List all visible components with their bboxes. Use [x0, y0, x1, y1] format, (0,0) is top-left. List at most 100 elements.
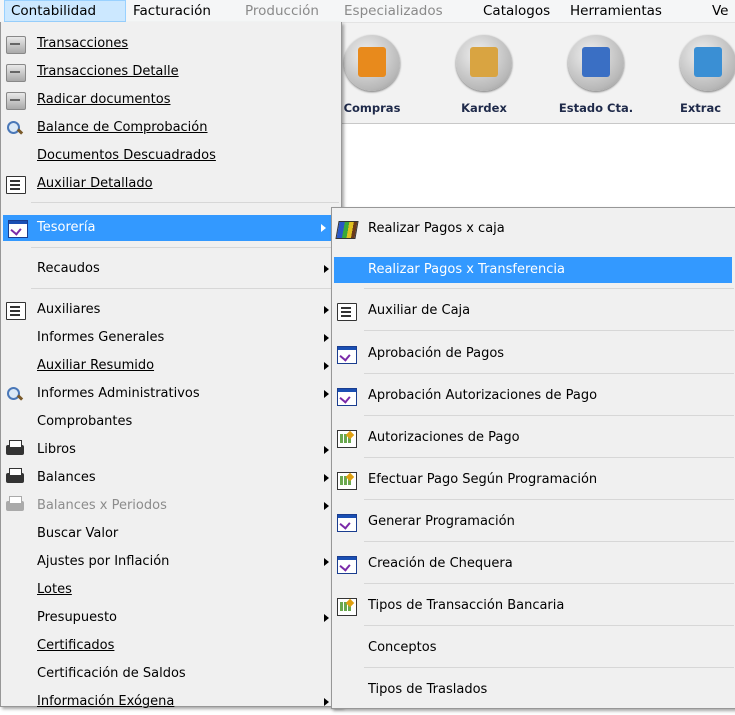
- menu-item-recaudos[interactable]: Recaudos: [1, 256, 341, 282]
- menu-item-comprobantes[interactable]: Comprobantes: [1, 409, 341, 435]
- submenu-item-efectuar-pago[interactable]: Efectuar Pago Según Programación: [332, 467, 735, 493]
- menu-item-lotes[interactable]: Lotes: [1, 577, 341, 603]
- approval-window-icon: [337, 514, 357, 532]
- submenu-arrow-icon: [324, 390, 329, 398]
- printer-icon: [6, 440, 24, 455]
- submenu-arrow-icon: [324, 558, 329, 566]
- menu-item-transacciones-detalle[interactable]: Transacciones Detalle: [1, 59, 341, 85]
- menu-item-informes-administrativos[interactable]: Informes Administrativos: [1, 381, 341, 407]
- menu-facturacion[interactable]: Facturación: [133, 0, 211, 22]
- menu-item-presupuesto[interactable]: Presupuesto: [1, 605, 341, 631]
- toolbar-estado-cta-button[interactable]: Estado Cta.: [548, 33, 638, 123]
- submenu-item-creacion-chequera[interactable]: Creación de Chequera: [332, 551, 735, 577]
- submenu-item-label: Creación de Chequera: [368, 556, 513, 571]
- menu-item-label: Comprobantes: [37, 414, 133, 429]
- menu-catalogos[interactable]: Catalogos: [483, 0, 550, 22]
- menu-item-auxiliar-resumido[interactable]: Auxiliar Resumido: [1, 353, 341, 379]
- menu-bar: Contabilidad Facturación Producción Espe…: [0, 0, 735, 23]
- scroll-icon: [6, 64, 26, 82]
- menu-item-label: Certificación de Saldos: [37, 666, 186, 681]
- menu-item-documentos-descuadrados[interactable]: Documentos Descuadrados: [1, 143, 341, 169]
- menu-separator: [364, 499, 734, 500]
- submenu-item-generar-programacion[interactable]: Generar Programación: [332, 509, 735, 535]
- menu-item-label: Ajustes por Inflación: [37, 554, 170, 569]
- menu-produccion[interactable]: Producción: [245, 0, 319, 22]
- menu-item-label: Auxiliar Detallado: [37, 176, 153, 191]
- submenu-item-label: Realizar Pagos x Transferencia: [368, 262, 566, 277]
- menu-item-auxiliares[interactable]: Auxiliares: [1, 297, 341, 323]
- menu-contabilidad[interactable]: Contabilidad: [4, 0, 126, 22]
- submenu-item-tipos-transaccion-bancaria[interactable]: Tipos de Transacción Bancaria: [332, 593, 735, 619]
- printer-icon: [6, 496, 24, 511]
- submenu-item-aprobacion-autorizaciones[interactable]: Aprobación Autorizaciones de Pago: [332, 383, 735, 409]
- menu-item-informacion-exogena[interactable]: Información Exógena: [1, 689, 341, 715]
- menu-separator: [364, 667, 734, 668]
- menu-item-informes-generales[interactable]: Informes Generales: [1, 325, 341, 351]
- submenu-item-label: Autorizaciones de Pago: [368, 430, 520, 445]
- menu-item-tesoreria[interactable]: Tesorería: [3, 215, 338, 241]
- id-card-icon: [568, 35, 624, 91]
- submenu-item-tipos-traslados[interactable]: Tipos de Traslados: [332, 677, 735, 703]
- menu-item-balance-comprobacion[interactable]: Balance de Comprobación: [1, 115, 341, 141]
- toolbar-extracto-label: Extrac: [680, 101, 722, 115]
- toolbar-extracto-button[interactable]: Extrac: [660, 33, 735, 123]
- approval-window-icon: [337, 556, 357, 574]
- submenu-item-pagos-caja[interactable]: Realizar Pagos x caja: [332, 216, 735, 242]
- menu-separator: [364, 330, 734, 331]
- contabilidad-dropdown: Transacciones Transacciones Detalle Radi…: [0, 22, 342, 709]
- scroll-icon: [6, 92, 26, 110]
- menu-herramientas[interactable]: Herramientas: [570, 0, 662, 22]
- menu-item-certificados[interactable]: Certificados: [1, 633, 341, 659]
- menu-separator: [31, 247, 339, 248]
- menu-item-label: Tesorería: [37, 220, 96, 235]
- menu-item-label: Certificados: [37, 638, 115, 653]
- magnifier-icon: [6, 386, 24, 402]
- clipboard-add-icon: [456, 35, 512, 91]
- submenu-item-aprobacion-pagos[interactable]: Aprobación de Pagos: [332, 341, 735, 367]
- menu-item-ajustes-inflacion[interactable]: Ajustes por Inflación: [1, 549, 341, 575]
- submenu-arrow-icon: [324, 362, 329, 370]
- menu-item-label: Balances x Periodos: [37, 498, 167, 513]
- menu-separator: [364, 288, 734, 289]
- submenu-item-auxiliar-caja[interactable]: Auxiliar de Caja: [332, 298, 735, 324]
- submenu-item-label: Aprobación de Pagos: [368, 346, 505, 361]
- menu-separator: [31, 288, 339, 289]
- menu-item-label: Informes Administrativos: [37, 386, 200, 401]
- grid-edit-icon: [337, 430, 357, 448]
- submenu-item-conceptos[interactable]: Conceptos: [332, 635, 735, 661]
- menu-item-balances[interactable]: Balances: [1, 465, 341, 491]
- menu-item-buscar-valor[interactable]: Buscar Valor: [1, 521, 341, 547]
- books-icon: [335, 221, 359, 239]
- submenu-item-label: Aprobación Autorizaciones de Pago: [368, 388, 598, 403]
- submenu-item-pagos-transferencia[interactable]: Realizar Pagos x Transferencia: [334, 257, 732, 283]
- toolbar-kardex-label: Kardex: [461, 101, 507, 115]
- truck-icon: [344, 35, 400, 91]
- submenu-item-label: Tipos de Transacción Bancaria: [368, 598, 565, 613]
- submenu-arrow-icon: [324, 265, 329, 273]
- menu-separator: [364, 457, 734, 458]
- menu-item-label: Libros: [37, 442, 76, 457]
- menu-item-label: Radicar documentos: [37, 92, 171, 107]
- approval-window-icon: [337, 346, 357, 364]
- approval-window-icon: [8, 220, 28, 238]
- menu-separator: [364, 373, 734, 374]
- menu-item-balances-x-periodos[interactable]: Balances x Periodos: [1, 493, 341, 519]
- menu-item-label: Transacciones: [37, 36, 129, 51]
- menu-ver[interactable]: Ve: [712, 0, 729, 22]
- menu-item-libros[interactable]: Libros: [1, 437, 341, 463]
- toolbar-kardex-button[interactable]: Kardex: [436, 33, 526, 123]
- submenu-arrow-icon: [324, 614, 329, 622]
- menu-item-label: Información Exógena: [37, 694, 175, 709]
- grid-edit-icon: [337, 598, 357, 616]
- document-list-icon: [6, 302, 26, 320]
- menu-item-label: Auxiliar Resumido: [37, 358, 155, 373]
- submenu-item-label: Efectuar Pago Según Programación: [368, 472, 598, 487]
- menu-especializados[interactable]: Especializados: [344, 0, 443, 22]
- tesoreria-submenu: Realizar Pagos x caja Realizar Pagos x T…: [331, 207, 735, 709]
- menu-item-transacciones[interactable]: Transacciones: [1, 31, 341, 57]
- submenu-item-autorizaciones-pago[interactable]: Autorizaciones de Pago: [332, 425, 735, 451]
- menu-item-radicar-documentos[interactable]: Radicar documentos: [1, 87, 341, 113]
- menu-item-auxiliar-detallado[interactable]: Auxiliar Detallado: [1, 171, 341, 197]
- printer-icon: [6, 468, 24, 483]
- menu-item-certificacion-saldos[interactable]: Certificación de Saldos: [1, 661, 341, 687]
